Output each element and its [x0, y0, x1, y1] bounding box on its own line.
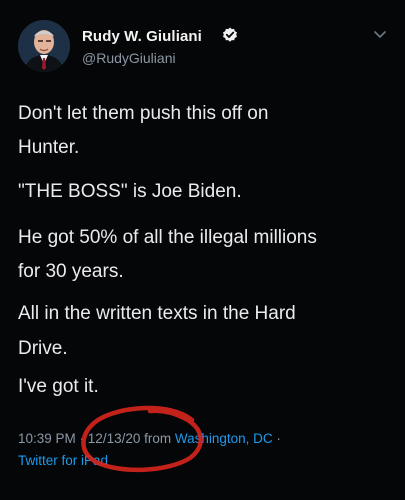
tweet-text-line: Drive.	[18, 338, 68, 359]
client-link[interactable]: Twitter for iPad	[18, 453, 108, 468]
tweet-time[interactable]: 10:39 PM	[18, 431, 76, 446]
from-label: from	[140, 431, 175, 446]
location-link[interactable]: Washington, DC	[175, 431, 273, 446]
tweet-text-line: All in the written texts in the Hard	[18, 303, 296, 324]
avatar[interactable]	[18, 20, 70, 72]
tweet-card: Rudy W. Giuliani @RudyGiuliani Don't let…	[0, 0, 405, 500]
tweet-text-line: Hunter.	[18, 137, 80, 158]
tweet-text-line: for 30 years.	[18, 261, 124, 282]
avatar-portrait-icon	[18, 20, 70, 72]
tweet-metadata-source: Twitter for iPad	[18, 452, 108, 469]
user-handle[interactable]: @RudyGiuliani	[82, 50, 176, 66]
tweet-text-line: He got 50% of all the illegal millions	[18, 227, 317, 248]
display-name[interactable]: Rudy W. Giuliani	[82, 28, 202, 45]
separator: ·	[75, 431, 88, 446]
chevron-down-icon[interactable]	[373, 30, 387, 40]
tweet-metadata: 10:39 PM · 12/13/20 from Washington, DC …	[18, 430, 281, 447]
tweet-text-line: "THE BOSS" is Joe Biden.	[18, 181, 242, 202]
tweet-date[interactable]: 12/13/20	[88, 431, 141, 446]
tweet-text-line: Don't let them push this off on	[18, 103, 269, 124]
red-circle-annotation	[81, 405, 203, 473]
separator: ·	[272, 431, 281, 446]
verified-badge-icon	[223, 27, 237, 42]
tweet-text-line: I've got it.	[18, 376, 99, 397]
